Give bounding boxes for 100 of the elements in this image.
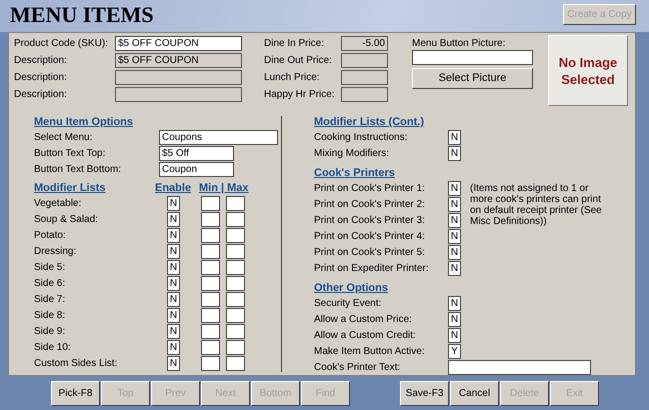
yes-no-field[interactable]: N (448, 181, 461, 196)
yes-no-field[interactable]: N (448, 296, 461, 311)
max-field[interactable] (226, 228, 245, 243)
max-field[interactable] (226, 292, 245, 307)
option-label: Security Event: (314, 297, 382, 311)
picture-label: Menu Button Picture: (412, 37, 506, 50)
yes-no-field[interactable]: N (167, 244, 180, 259)
option-label: Print on Cook's Printer 3: (314, 214, 426, 228)
yes-no-field[interactable]: N (448, 328, 461, 343)
field-label: Description: (14, 54, 68, 68)
yes-no-field[interactable]: N (167, 356, 180, 371)
min-field[interactable] (201, 260, 220, 275)
yes-no-field[interactable]: N (167, 276, 180, 291)
min-field[interactable] (201, 196, 220, 211)
modifier-label: Soup & Salad: (34, 213, 99, 227)
section-heading: Modifier Lists (Cont.) (314, 115, 425, 130)
price-label: Happy Hr Price: (264, 88, 336, 102)
max-field[interactable] (226, 212, 245, 227)
select-picture-button[interactable]: Select Picture (412, 68, 533, 89)
price-field[interactable] (341, 87, 388, 102)
window-title: MENU ITEMS (10, 1, 154, 29)
yes-no-field[interactable]: N (448, 197, 461, 212)
section-heading: Modifier Lists (34, 181, 107, 196)
price-field[interactable] (341, 70, 388, 85)
option-label: Cooking Instructions: (314, 131, 408, 145)
modifier-label: Vegetable: (34, 197, 82, 211)
section-heading: Enable (155, 181, 192, 196)
option-label: Print on Cook's Printer 1: (314, 182, 426, 196)
yes-no-field[interactable]: N (448, 229, 461, 244)
option-label: Cook's Printer Text: (314, 361, 402, 375)
min-field[interactable] (201, 340, 220, 355)
field-label: Description: (14, 88, 68, 102)
picture-field[interactable] (412, 50, 533, 65)
option-label: Print on Cook's Printer 2: (314, 198, 426, 212)
field-label: Select Menu: (34, 131, 94, 145)
yes-no-field[interactable]: N (167, 196, 180, 211)
option-label: Allow a Custom Credit: (314, 329, 417, 343)
yes-no-field[interactable]: N (167, 324, 180, 339)
yes-no-field[interactable]: N (167, 260, 180, 275)
min-field[interactable] (201, 276, 220, 291)
toolbar-button[interactable]: Cancel (450, 380, 499, 406)
min-field[interactable] (201, 212, 220, 227)
modifier-label: Custom Sides List: (34, 357, 118, 371)
modifier-label: Side 10: (34, 341, 72, 355)
max-field[interactable] (226, 308, 245, 323)
yes-no-field[interactable]: N (167, 228, 180, 243)
max-field[interactable] (226, 324, 245, 339)
section-heading: Other Options (314, 281, 389, 296)
yes-no-field[interactable]: N (167, 212, 180, 227)
yes-no-field[interactable]: N (448, 261, 461, 276)
max-field[interactable] (226, 244, 245, 259)
yes-no-field[interactable]: N (448, 245, 461, 260)
yes-no-field[interactable]: N (448, 146, 461, 161)
max-field[interactable] (226, 356, 245, 371)
modifier-label: Side 8: (34, 309, 66, 323)
yes-no-field[interactable]: N (167, 340, 180, 355)
text-field[interactable] (448, 360, 591, 375)
option-label: Make Item Button Active: (314, 345, 426, 359)
price-field[interactable]: -5.00 (341, 36, 388, 51)
yes-no-field[interactable]: N (448, 213, 461, 228)
text-field[interactable]: $5 OFF COUPON (115, 36, 242, 51)
toolbar-button[interactable]: Save-F3 (400, 380, 449, 406)
option-label: Print on Cook's Printer 5: (314, 246, 426, 260)
modifier-label: Side 9: (34, 325, 66, 339)
printer-note: (Items not assigned to 1 or more cook's printers can print on default receipt printer (See Misc Definitions)) (470, 183, 602, 227)
image-preview: No Image Selected (548, 35, 628, 106)
min-field[interactable] (201, 244, 220, 259)
section-heading: Menu Item Options (34, 115, 134, 130)
yes-no-field[interactable]: N (167, 292, 180, 307)
price-label: Lunch Price: (264, 71, 321, 85)
price-label: Dine Out Price: (264, 54, 333, 68)
option-label: Print on Expediter Printer: (314, 262, 430, 276)
field-label: Button Text Bottom: (34, 163, 122, 177)
field-label: Button Text Top: (34, 147, 106, 161)
yes-no-field[interactable]: N (167, 308, 180, 323)
text-field[interactable]: $5 Off (159, 146, 234, 161)
max-field[interactable] (226, 340, 245, 355)
modifier-label: Dressing: (34, 245, 78, 259)
option-label: Mixing Modifiers: (314, 147, 390, 161)
section-heading: Cook's Printers (314, 166, 396, 181)
price-field[interactable] (341, 53, 388, 68)
yes-no-field[interactable]: Y (448, 344, 461, 359)
min-field[interactable] (201, 356, 220, 371)
modifier-label: Side 6: (34, 277, 66, 291)
yes-no-field[interactable]: N (448, 130, 461, 145)
field-label: Product Code (SKU): (14, 37, 109, 51)
max-field[interactable] (226, 260, 245, 275)
min-field[interactable] (201, 324, 220, 339)
toolbar-button[interactable]: Pick-F8 (51, 380, 100, 406)
min-field[interactable] (201, 308, 220, 323)
text-field[interactable]: Coupons (159, 130, 278, 145)
yes-no-field[interactable]: N (448, 312, 461, 327)
text-field[interactable]: Coupon (159, 162, 234, 177)
max-field[interactable] (226, 276, 245, 291)
min-field[interactable] (201, 292, 220, 307)
modifier-label: Side 7: (34, 293, 66, 307)
min-field[interactable] (201, 228, 220, 243)
max-field[interactable] (226, 196, 245, 211)
option-label: Print on Cook's Printer 4: (314, 230, 426, 244)
field-label: Description: (14, 71, 68, 85)
